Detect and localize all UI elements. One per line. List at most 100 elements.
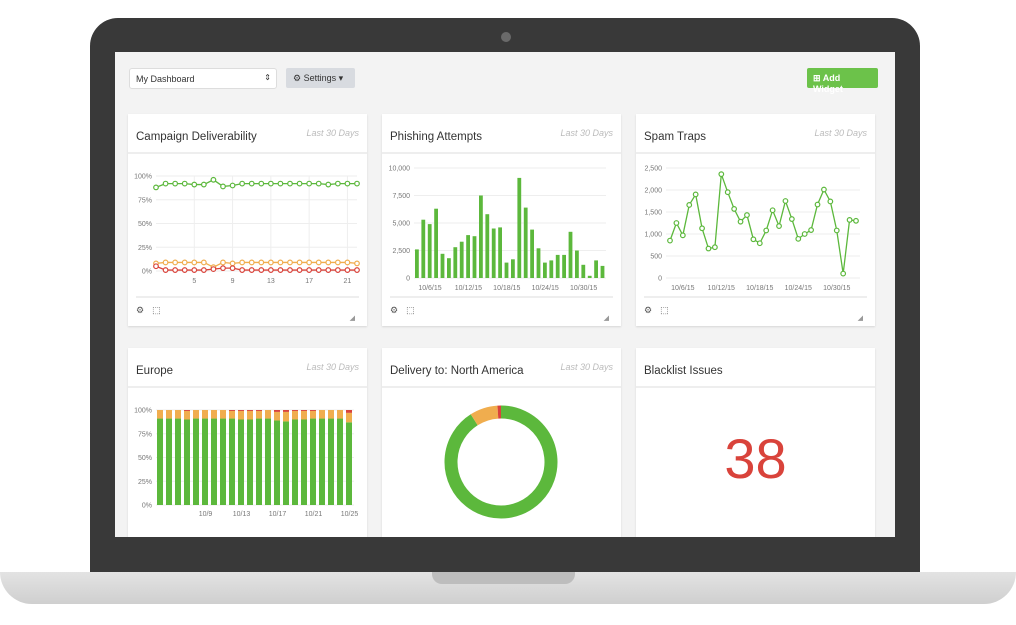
data-point [354,180,360,187]
data-point [354,260,360,267]
bar [491,228,496,278]
expand-icon[interactable]: ⬚ [660,305,669,315]
bar [575,250,579,278]
data-point [325,267,332,273]
bar [459,241,464,278]
bar [549,260,554,278]
gear-icon[interactable]: ⚙ [390,305,398,315]
data-point [724,189,731,196]
data-point [239,267,246,273]
data-point [795,235,802,242]
caret-down-icon: ▾ [338,73,344,83]
bar-segment [211,418,217,505]
y-tick-label: 50% [138,455,152,462]
bar [530,229,534,278]
widget-campaign-deliverability: Campaign Deliverability Last 30 Days 0% 25%… [128,114,367,326]
data-point [277,180,284,187]
bar-segment [274,410,280,412]
data-point [737,218,744,225]
widget-title: Blacklist Issues [644,365,723,377]
widget-period: Last 30 Days [306,128,359,138]
data-point [325,181,332,188]
bar [472,236,477,278]
bar-segment [238,410,244,420]
bar-segment [328,410,334,419]
dashboard-select[interactable]: My Dashboard ⇕ [129,68,277,89]
data-point [191,259,198,266]
widget-title: Delivery to: North America [390,365,524,377]
resize-grip-icon[interactable]: ◢ [858,314,863,322]
data-point [248,180,255,187]
bar-segment [283,421,289,505]
bar-segment [256,410,262,419]
bar-segment [346,412,352,423]
bar [562,254,566,278]
data-point [287,180,293,187]
expand-icon[interactable]: ⬚ [406,305,415,315]
widget-header[interactable]: Europe Last 30 Days [128,348,367,388]
data-point [705,245,712,252]
bar-segment [175,418,181,505]
data-point [776,223,782,229]
resize-grip-icon[interactable]: ◢ [604,314,609,322]
y-tick-label: 1,000 [644,232,662,239]
data-point [344,267,351,273]
data-point [306,180,313,187]
add-widget-button[interactable]: ⊞ Add Widget [807,68,878,94]
data-point [344,180,351,187]
data-point [853,217,859,224]
bar [453,247,458,278]
data-point [821,186,827,193]
bar [587,275,592,278]
data-point [756,240,763,247]
bar [440,253,445,278]
widget-title: Spam Traps [644,131,706,143]
bar-segment [211,410,217,419]
widget-blacklist-issues: Blacklist Issues 38 [636,348,875,537]
widget-header[interactable]: Campaign Deliverability Last 30 Days [128,114,367,154]
settings-button[interactable]: ⚙ Settings ▾ [286,68,355,88]
y-tick-label: 2,000 [644,188,662,195]
data-point [191,181,198,188]
data-point [172,267,179,273]
x-tick-label: 10/18/15 [746,285,773,292]
gear-icon[interactable]: ⚙ [644,305,652,315]
resize-grip-icon[interactable]: ◢ [350,314,355,322]
data-point [718,171,725,178]
x-tick-label: 9 [231,278,235,285]
widget-header[interactable]: Phishing Attempts Last 30 Days [382,114,621,154]
widget-footer: ⚙ ⬚ ◢ [136,296,359,326]
camera [501,32,511,42]
data-point [782,198,789,204]
bar-segment [256,418,262,505]
bar-segment [346,410,352,413]
bar-segment [238,419,244,505]
widget-header[interactable]: Blacklist Issues [636,348,875,388]
widget-period: Last 30 Days [306,362,359,372]
y-tick-label: 100% [134,408,152,415]
x-tick-label: 21 [344,278,352,285]
bar [434,208,438,278]
x-tick-label: 10/25 [341,511,359,518]
widget-header[interactable]: Delivery to: North America Last 30 Days [382,348,621,388]
gear-icon[interactable]: ⚙ [136,305,144,315]
data-point [162,267,169,273]
data-point [258,267,265,273]
data-point [277,267,284,273]
bar [421,219,426,278]
data-point [210,266,217,272]
expand-icon[interactable]: ⬚ [152,305,161,315]
data-point [181,267,188,273]
data-point [162,259,169,266]
data-point [731,206,738,212]
data-point [699,225,705,232]
bar [427,224,432,278]
x-tick-label: 10/13 [233,511,251,518]
x-tick-label: 5 [192,278,196,285]
bar-segment [229,418,235,505]
y-tick-label: 0 [658,276,662,283]
data-point [686,202,693,208]
widget-header[interactable]: Spam Traps Last 30 Days [636,114,875,154]
bar [485,214,490,278]
data-point [673,220,680,226]
